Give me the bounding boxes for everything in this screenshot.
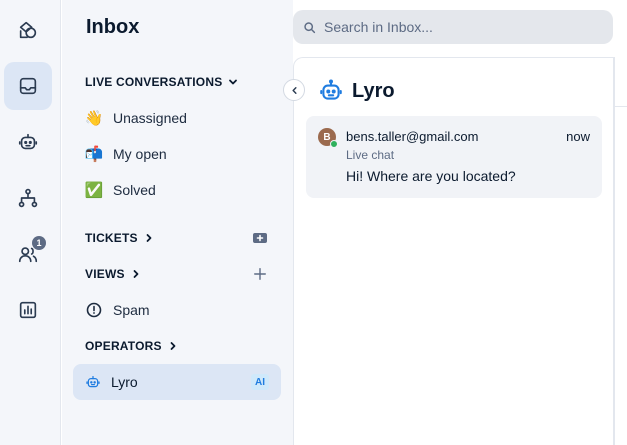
- search-bar[interactable]: [293, 10, 613, 44]
- chevron-right-icon: [170, 342, 176, 350]
- nav-item-unassigned[interactable]: 👋 Unassigned: [85, 106, 187, 130]
- lyro-bot-button[interactable]: [4, 118, 52, 166]
- conversation-preview: Hi! Where are you located?: [346, 168, 516, 184]
- tickets-header[interactable]: TICKETS: [85, 231, 154, 245]
- add-view-button[interactable]: [252, 266, 268, 282]
- inbox-panel: Inbox LIVE CONVERSATIONS 👋 Unassigned 📬 …: [62, 0, 293, 445]
- bot-icon: [18, 133, 38, 150]
- live-conversations-label: LIVE CONVERSATIONS: [85, 75, 223, 89]
- conversation-list-panel: Lyro B bens.taller@gmail.com now Live ch…: [293, 57, 614, 445]
- chevron-left-icon: [291, 86, 297, 94]
- operators-header[interactable]: OPERATORS: [85, 339, 178, 353]
- chevron-right-icon: [146, 234, 152, 242]
- search-icon: [304, 21, 316, 33]
- shapes-button[interactable]: [4, 6, 52, 54]
- nav-item-spam[interactable]: Spam: [85, 298, 150, 322]
- icon-rail: 1: [0, 0, 61, 445]
- collapse-panel-button[interactable]: [283, 79, 305, 101]
- ticket-plus-icon: [253, 233, 267, 243]
- add-ticket-button[interactable]: [252, 230, 268, 246]
- bot-icon: [320, 79, 342, 100]
- waving-hand-icon: 👋: [84, 110, 104, 127]
- nav-item-label: Spam: [113, 302, 150, 318]
- conversation-list-header: Lyro: [318, 78, 395, 104]
- search-input[interactable]: [324, 19, 594, 35]
- contacts-button[interactable]: [4, 230, 52, 278]
- plus-icon: [254, 268, 266, 280]
- analytics-button[interactable]: [4, 286, 52, 334]
- views-label: VIEWS: [85, 267, 125, 281]
- bot-icon: [86, 376, 100, 388]
- nav-item-label: My open: [113, 146, 167, 162]
- chat-pane-edge: [614, 57, 627, 445]
- shapes-icon: [19, 21, 37, 39]
- conversation-email: bens.taller@gmail.com: [346, 129, 479, 144]
- page-title: Inbox: [86, 16, 140, 38]
- nav-item-label: Unassigned: [113, 110, 187, 126]
- conversation-item[interactable]: B bens.taller@gmail.com now Live chat Hi…: [306, 116, 602, 198]
- nav-item-label: Solved: [113, 182, 156, 198]
- live-conversations-header[interactable]: LIVE CONVERSATIONS: [85, 75, 238, 89]
- nav-item-solved[interactable]: ✅ Solved: [85, 178, 156, 202]
- mailbox-icon: 📬: [84, 146, 104, 163]
- conversation-time: now: [566, 129, 590, 144]
- analytics-icon: [19, 301, 37, 319]
- inbox-tray-icon: [19, 77, 37, 95]
- online-status-dot: [330, 140, 338, 148]
- alert-circle-icon: [85, 301, 103, 319]
- nav-item-my-open[interactable]: 📬 My open: [85, 142, 167, 166]
- chat-pane-divider: [614, 106, 627, 107]
- inbox-button[interactable]: [4, 62, 52, 110]
- chevron-right-icon: [133, 270, 139, 278]
- operators-label: OPERATORS: [85, 339, 162, 353]
- flow-icon: [18, 188, 38, 208]
- chevron-down-icon: [229, 79, 238, 85]
- check-mark-icon: ✅: [84, 182, 104, 199]
- contacts-count-badge: 1: [32, 236, 46, 250]
- views-header[interactable]: VIEWS: [85, 267, 141, 281]
- nav-item-lyro[interactable]: Lyro AI: [73, 364, 281, 400]
- conversation-channel: Live chat: [346, 148, 395, 162]
- ai-badge: AI: [251, 374, 269, 390]
- tickets-label: TICKETS: [85, 231, 138, 245]
- nav-item-label: Lyro: [111, 374, 138, 390]
- flows-button[interactable]: [4, 174, 52, 222]
- conversation-list-title: Lyro: [352, 79, 395, 102]
